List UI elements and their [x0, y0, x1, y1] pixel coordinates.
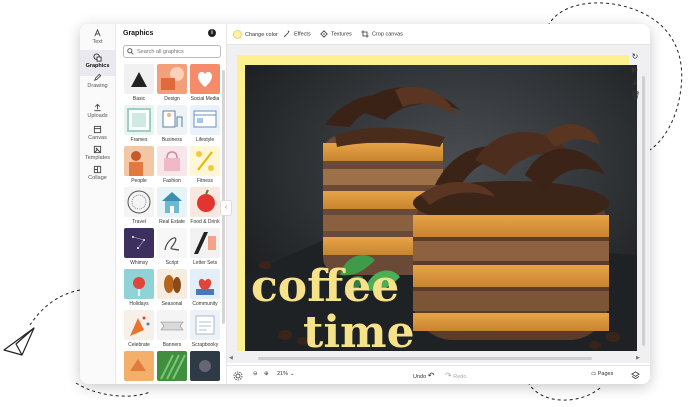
- canvas-side-toolbar: ↻ ▶ ▲ 🗑: [628, 52, 642, 104]
- category-celebrate[interactable]: Celebrate: [124, 310, 154, 350]
- text-icon: [94, 29, 101, 37]
- settings-gear-icon[interactable]: [233, 371, 243, 383]
- rail-item-label: Text: [92, 39, 103, 45]
- category-social-media[interactable]: Social Media: [190, 64, 220, 104]
- rail-item-label: Templates: [84, 155, 111, 161]
- category-community[interactable]: Community: [190, 269, 220, 309]
- category-letter-sets[interactable]: Letter Sets: [190, 228, 220, 268]
- collapse-panel-button[interactable]: ‹: [220, 200, 232, 216]
- trash-icon[interactable]: 🗑: [630, 91, 640, 101]
- zoom-out-icon[interactable]: ⊖: [253, 371, 258, 377]
- redo-button[interactable]: ↷ Redo: [445, 371, 466, 380]
- flip-icon[interactable]: ▶: [630, 65, 640, 75]
- category-fashion[interactable]: Fashion: [157, 146, 187, 186]
- category-script[interactable]: Script: [157, 228, 187, 268]
- rail-item-label: Canvas: [88, 135, 107, 141]
- category-design[interactable]: Design: [157, 64, 187, 104]
- templates-icon: [93, 145, 102, 154]
- zoom-level[interactable]: 21%: [277, 371, 288, 377]
- canvas-workspace: coffee time: [227, 45, 650, 363]
- undo-icon: ↶: [427, 371, 435, 380]
- rail-item-collage[interactable]: Collage: [80, 162, 115, 188]
- top-toolbar: Change color Effects Textures Crop canva…: [227, 24, 650, 45]
- category-food-drink[interactable]: Food & Drink: [190, 187, 220, 227]
- canvas-vertical-scrollbar[interactable]: [642, 76, 645, 346]
- category-people[interactable]: People: [124, 146, 154, 186]
- scroll-left-icon[interactable]: ◀: [229, 355, 233, 361]
- category-whimsy[interactable]: Whimsy: [124, 228, 154, 268]
- graphics-search[interactable]: [123, 45, 221, 58]
- rail-item-label: Graphics: [85, 63, 110, 69]
- pages-button[interactable]: ▭ Pages: [591, 371, 613, 377]
- tool-rail: Text Graphics Drawing Uploads Canvas Tem…: [80, 24, 116, 384]
- rail-item-label: Drawing: [87, 83, 108, 89]
- paper-plane-icon: [3, 327, 35, 356]
- graphics-panel: Graphics i Basic Design Social Media: [116, 24, 227, 384]
- category-lifestyle[interactable]: Lifestyle: [190, 105, 220, 145]
- category-seasonal[interactable]: Seasonal: [157, 269, 187, 309]
- pen-icon: [93, 73, 102, 82]
- crop-icon: [361, 30, 369, 38]
- scroll-right-icon[interactable]: ▶: [636, 355, 640, 361]
- cake-photo[interactable]: coffee time: [245, 65, 637, 351]
- editor-window: Text Graphics Drawing Uploads Canvas Tem…: [80, 24, 650, 384]
- info-icon[interactable]: i: [208, 29, 216, 37]
- search-input[interactable]: [137, 46, 217, 57]
- effects-button[interactable]: Effects: [283, 30, 311, 38]
- canvas-horizontal-scrollbar[interactable]: [258, 357, 592, 360]
- category-basic[interactable]: Basic: [124, 64, 154, 104]
- rail-item-drawing[interactable]: Drawing: [80, 70, 115, 96]
- category-holidays[interactable]: Holidays: [124, 269, 154, 309]
- bottom-toolbar: ⊖ ⊕ 21% ⌄ Undo ↶ ↷ Redo ▭ Pages: [227, 365, 650, 384]
- panel-scrollbar[interactable]: [222, 70, 225, 324]
- change-color-button[interactable]: Change color: [233, 30, 278, 39]
- canvas-icon: [93, 125, 102, 134]
- graphics-icon: [93, 53, 102, 62]
- zoom-in-icon[interactable]: ⊕: [264, 371, 269, 377]
- category-tile[interactable]: [157, 351, 187, 384]
- color-swatch-icon: [233, 30, 242, 39]
- upload-icon: [94, 103, 101, 112]
- category-frames[interactable]: Frames: [124, 105, 154, 145]
- cake-image: coffee time: [245, 65, 637, 351]
- category-travel[interactable]: Travel: [124, 187, 154, 227]
- pages-icon: ▭: [591, 371, 597, 377]
- rotate-icon[interactable]: ↻: [630, 52, 640, 62]
- category-fitness[interactable]: Fitness: [190, 146, 220, 186]
- headline-line-2[interactable]: time: [303, 307, 415, 351]
- magic-wand-icon: [283, 30, 290, 38]
- category-scrapbooky[interactable]: Scrapbooky: [190, 310, 220, 350]
- headline-line-1[interactable]: coffee: [251, 261, 399, 312]
- category-real-estate[interactable]: Real Estate: [157, 187, 187, 227]
- category-banners[interactable]: Banners: [157, 310, 187, 350]
- category-tile[interactable]: [190, 351, 220, 384]
- redo-icon: ↷: [445, 371, 452, 380]
- search-icon: [127, 48, 134, 55]
- zoom-dropdown-icon[interactable]: ⌄: [290, 371, 295, 377]
- undo-button[interactable]: Undo ↶: [413, 371, 434, 380]
- align-icon[interactable]: ▲: [630, 78, 640, 88]
- panel-title: Graphics: [123, 30, 154, 37]
- rail-item-label: Uploads: [87, 113, 108, 119]
- category-tile[interactable]: [124, 351, 154, 384]
- textures-button[interactable]: Textures: [320, 30, 352, 38]
- category-business[interactable]: Business: [157, 105, 187, 145]
- collage-icon: [93, 165, 102, 174]
- textures-icon: [320, 30, 328, 38]
- layers-icon[interactable]: [631, 371, 640, 382]
- rail-item-label: Collage: [88, 175, 107, 181]
- rail-item-text[interactable]: Text: [80, 26, 115, 52]
- crop-canvas-button[interactable]: Crop canvas: [361, 30, 403, 38]
